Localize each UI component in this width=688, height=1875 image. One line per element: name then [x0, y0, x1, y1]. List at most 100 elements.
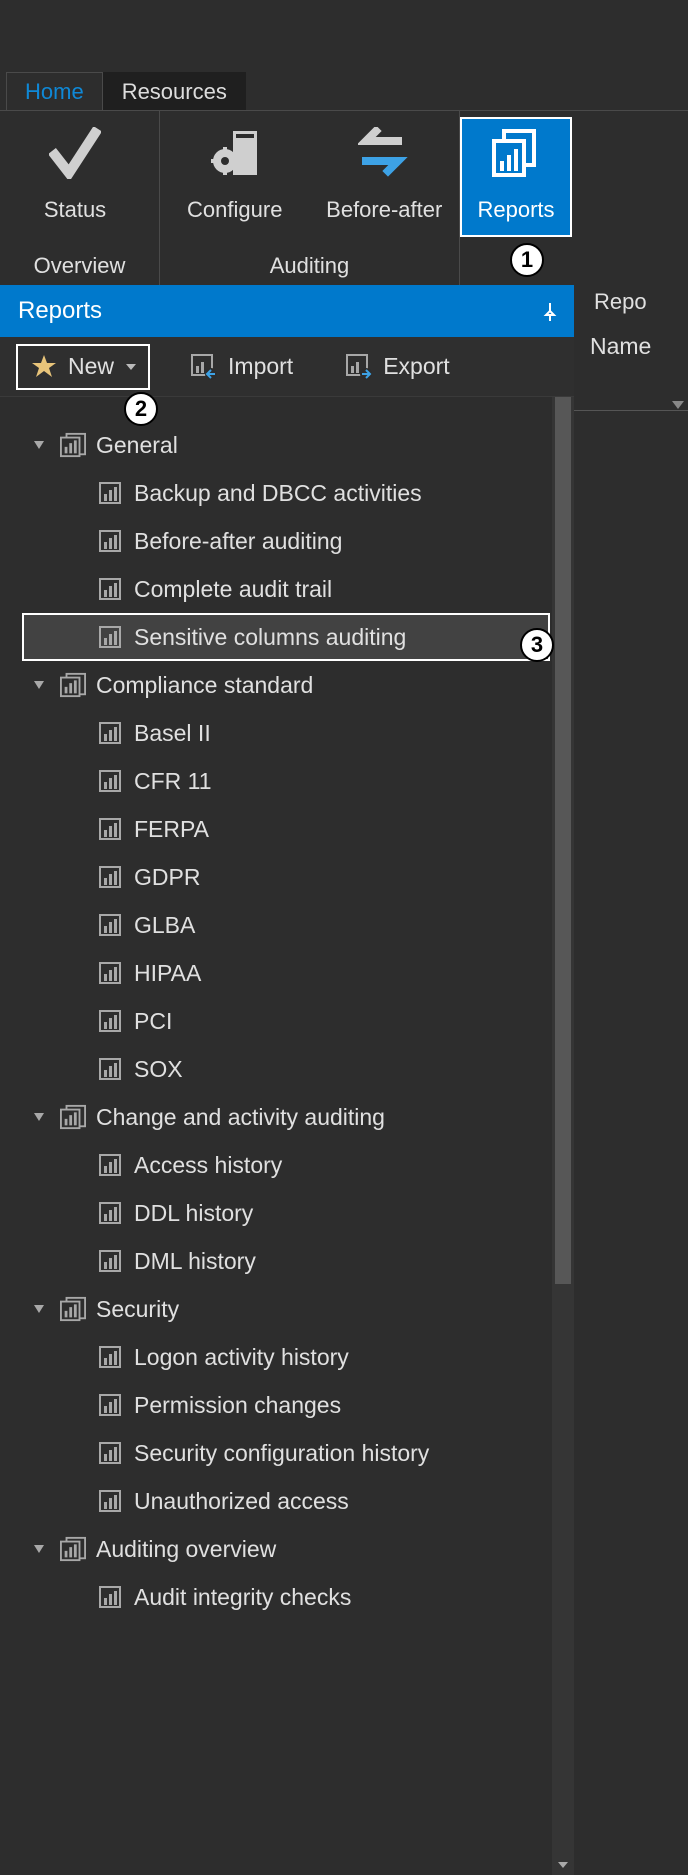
report-group-icon: [58, 1536, 88, 1562]
reports-label: Reports: [477, 197, 554, 223]
new-button[interactable]: New: [16, 344, 150, 390]
before-after-button[interactable]: Before-after: [310, 117, 460, 237]
scrollbar[interactable]: [552, 397, 574, 1875]
auditing-group-label: Auditing: [160, 253, 459, 281]
report-icon: [98, 1489, 122, 1513]
tree-item-label: CFR 11: [134, 768, 212, 795]
tree-group-label: Auditing overview: [96, 1536, 276, 1563]
reports-button[interactable]: Reports: [460, 117, 572, 237]
right-panel-clipped: Repo Name: [574, 285, 688, 411]
report-icon: [98, 865, 122, 889]
chevron-down-icon: [34, 681, 44, 689]
tree-item[interactable]: Before-after auditing: [0, 517, 574, 565]
tree-item-label: Access history: [134, 1152, 282, 1179]
tree-item[interactable]: Unauthorized access: [0, 1477, 574, 1525]
tree-item-label: DML history: [134, 1248, 256, 1275]
tree-item[interactable]: GDPR: [0, 853, 574, 901]
before-after-label: Before-after: [326, 197, 442, 223]
chevron-down-icon: [126, 364, 136, 370]
tree-item[interactable]: DML history: [0, 1237, 574, 1285]
tree-item[interactable]: Sensitive columns auditing: [22, 613, 550, 661]
callout-1: 1: [510, 243, 544, 277]
chevron-down-icon: [34, 441, 44, 449]
export-button[interactable]: Export: [333, 344, 461, 390]
tree-item-label: PCI: [134, 1008, 172, 1035]
report-icon: [98, 961, 122, 985]
report-icon: [98, 1153, 122, 1177]
import-button[interactable]: Import: [178, 344, 305, 390]
report-group-icon: [58, 1104, 88, 1130]
tree-item-label: GDPR: [134, 864, 200, 891]
status-button[interactable]: Status: [0, 117, 150, 237]
tree-group[interactable]: Compliance standard: [0, 661, 574, 709]
tree-group-label: Change and activity auditing: [96, 1104, 385, 1131]
callout-3: 3: [520, 628, 554, 662]
tab-resources[interactable]: Resources: [103, 72, 246, 110]
chevron-down-icon: [34, 1113, 44, 1121]
configure-label: Configure: [187, 197, 282, 223]
reports-icon: [490, 127, 542, 179]
ribbon: Status Overview Configure Before-after A…: [0, 110, 688, 285]
tree-item[interactable]: GLBA: [0, 901, 574, 949]
report-icon: [98, 529, 122, 553]
tree-group[interactable]: Security: [0, 1285, 574, 1333]
tree-item[interactable]: Access history: [0, 1141, 574, 1189]
star-icon: [30, 353, 58, 381]
tree-group-label: Compliance standard: [96, 672, 313, 699]
tree-item[interactable]: FERPA: [0, 805, 574, 853]
chevron-down-icon: [34, 1305, 44, 1313]
tree-item[interactable]: Permission changes: [0, 1381, 574, 1429]
tree-item[interactable]: SOX: [0, 1045, 574, 1093]
tree-item[interactable]: Audit integrity checks: [0, 1573, 574, 1621]
report-group-icon: [58, 1296, 88, 1322]
report-icon: [98, 769, 122, 793]
tree-item-label: SOX: [134, 1056, 183, 1083]
tree-item[interactable]: Logon activity history: [0, 1333, 574, 1381]
tree-item-label: Backup and DBCC activities: [134, 480, 422, 507]
reports-group-label-clipped: Repo: [574, 285, 688, 319]
tree-item[interactable]: Complete audit trail: [0, 565, 574, 613]
tree-item[interactable]: HIPAA: [0, 949, 574, 997]
export-label: Export: [383, 353, 449, 380]
tree-item-label: Sensitive columns auditing: [134, 624, 406, 651]
tab-home[interactable]: Home: [6, 72, 103, 110]
tree-item[interactable]: DDL history: [0, 1189, 574, 1237]
tree-item-label: FERPA: [134, 816, 209, 843]
tree-item-label: DDL history: [134, 1200, 253, 1227]
tree-item-label: Complete audit trail: [134, 576, 332, 603]
report-icon: [98, 1249, 122, 1273]
report-icon: [98, 1201, 122, 1225]
dropdown-filter-icon[interactable]: [574, 410, 688, 411]
reports-panel-header: Reports: [0, 285, 574, 337]
scrollbar-thumb[interactable]: [555, 397, 571, 1284]
report-icon: [98, 721, 122, 745]
new-label: New: [68, 353, 114, 380]
tree-item[interactable]: Basel II: [0, 709, 574, 757]
tree-item-label: HIPAA: [134, 960, 201, 987]
reports-tree-panel: General Backup and DBCC activities Before-…: [0, 397, 574, 1875]
report-icon: [98, 1393, 122, 1417]
configure-button[interactable]: Configure: [160, 117, 310, 237]
tree-item-label: Logon activity history: [134, 1344, 349, 1371]
scroll-down-icon[interactable]: [552, 1855, 574, 1875]
tree-group-label: Security: [96, 1296, 179, 1323]
tree-item-label: GLBA: [134, 912, 195, 939]
report-icon: [98, 1585, 122, 1609]
tree-item[interactable]: CFR 11: [0, 757, 574, 805]
pin-icon[interactable]: [540, 301, 560, 321]
tree-group[interactable]: Change and activity auditing: [0, 1093, 574, 1141]
name-column-header: Name: [574, 319, 688, 360]
tree-group[interactable]: Auditing overview: [0, 1525, 574, 1573]
reports-tree[interactable]: General Backup and DBCC activities Before-…: [0, 397, 574, 1621]
tree-item-label: Security configuration history: [134, 1440, 429, 1467]
report-icon: [98, 1009, 122, 1033]
report-icon: [98, 817, 122, 841]
tree-item[interactable]: Security configuration history: [0, 1429, 574, 1477]
tree-group[interactable]: General: [0, 421, 574, 469]
tree-item[interactable]: PCI: [0, 997, 574, 1045]
tree-group-label: General: [96, 432, 178, 459]
tree-item[interactable]: Backup and DBCC activities: [0, 469, 574, 517]
tree-item-label: Permission changes: [134, 1392, 341, 1419]
tree-item-label: Basel II: [134, 720, 211, 747]
report-icon: [98, 1441, 122, 1465]
